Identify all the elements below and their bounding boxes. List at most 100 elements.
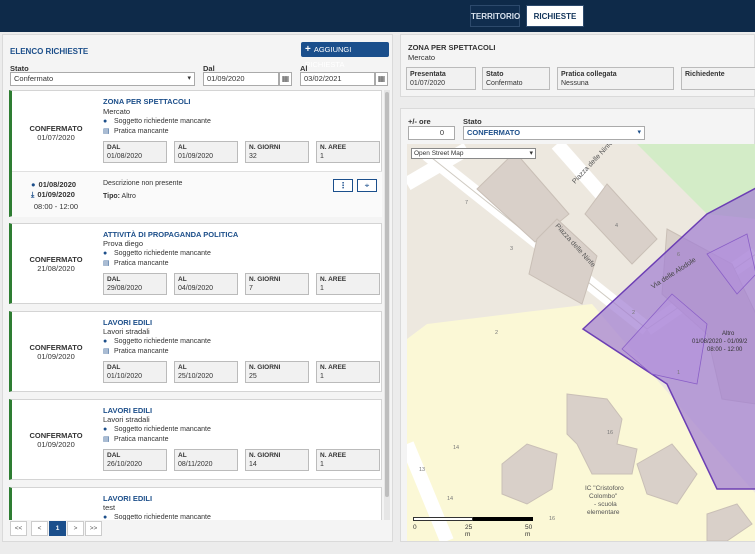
days-box: N. GIORNI 7 [245,273,309,295]
house-number: 7 [465,200,468,206]
missing-applicant: ● Soggetto richiedente mancante [103,426,211,433]
map-view[interactable]: Piazza delle Ninfe Piazza delle Ninfe Vi… [407,144,755,541]
missing-practice: ▤ Pratica mancante [103,348,169,355]
crosshair-icon[interactable]: ⌖ [357,179,377,192]
user-icon: ● [103,514,108,520]
zone-title: ZONA PER SPETTACOLI [408,43,496,52]
stato-select[interactable]: Confermato ▾ [10,72,195,86]
request-card[interactable]: CONFERMATO 21/08/2020 ATTIVITÀ DI PROPAG… [9,223,382,304]
circle-icon: ● [31,180,36,189]
status-date: 01/07/2020 [37,133,75,142]
poi-label: IC "Cristoforo [585,485,624,492]
house-number: 13 [419,467,425,473]
map-layer-select[interactable]: Open Street Map ▾ [411,148,536,159]
dal-box: DAL 01/10/2020 [103,361,167,383]
card-subtitle: Mercato [103,107,131,116]
document-icon: ▤ [103,436,110,443]
zone-label-line: 08:00 - 12:00 [707,347,743,353]
tab-territorio[interactable]: TERRITORIO [470,5,520,27]
prev-page-button[interactable]: < [31,521,48,536]
house-number: 14 [453,445,459,451]
map-stato-select[interactable]: CONFERMATO ▾ [463,126,645,140]
next-page-button[interactable]: > [67,521,84,536]
area-detail: ● 01/08/2020 ⤓ 01/09/2020 08:00 - 12:00 De… [12,171,382,217]
house-number: 16 [607,430,613,436]
last-page-button[interactable]: >> [85,521,102,536]
zone-label-line: 01/08/2020 - 01/09/2 [692,339,748,345]
house-number: 14 [447,496,453,502]
missing-applicant: ● Soggetto richiedente mancante [103,118,211,125]
ore-input[interactable]: 0 [408,126,455,140]
page-1-button[interactable]: 1 [49,521,66,536]
user-icon: ● [103,118,108,125]
request-card[interactable]: CONFERMATO 01/09/2020 LAVORI EDILI Lavor… [9,311,382,392]
dal-date-input[interactable]: 01/09/2020 [203,72,279,86]
missing-practice: ▤ Pratica mancante [103,260,169,267]
top-navbar: TERRITORIO RICHIESTE [0,0,755,32]
status-date: 01/09/2020 [37,352,75,361]
missing-applicant: ● Soggetto richiedente mancante [103,514,211,520]
area-type: Tipo: Altro [103,193,136,200]
days-box: N. GIORNI 32 [245,141,309,163]
scale-label: 25 m [465,524,473,538]
card-title[interactable]: LAVORI EDILI [103,318,152,327]
pratica-box: Pratica collegata Nessuna [557,67,674,90]
house-number: 16 [549,516,555,522]
zone-label-line: Altro [722,331,735,337]
house-number: 6 [677,252,680,258]
card-title[interactable]: ZONA PER SPETTACOLI [103,97,191,106]
card-subtitle: Prova diego [103,239,144,248]
missing-applicant: ● Soggetto richiedente mancante [103,338,211,345]
missing-practice: ▤ Pratica mancante [103,128,169,135]
user-icon: ● [103,426,108,433]
chevron-down-icon: ▾ [637,129,641,136]
card-title[interactable]: LAVORI EDILI [103,406,152,415]
card-title[interactable]: LAVORI EDILI [103,494,152,503]
area-hours: 08:00 - 12:00 [33,202,79,211]
house-number: 3 [510,246,513,252]
presentata-box: Presentata 01/07/2020 [406,67,476,90]
status-date: 01/09/2020 [37,440,75,449]
requests-list: CONFERMATO 01/07/2020 ZONA PER SPETTACOL… [9,90,384,520]
request-card[interactable]: LAVORI EDILI test ● Soggetto richiedente … [9,487,382,520]
dal-box: DAL 26/10/2020 [103,449,167,471]
document-icon: ▤ [103,260,110,267]
areas-box: N. AREE 1 [316,449,380,471]
tab-richieste[interactable]: RICHIESTE [526,5,584,27]
al-date-input[interactable]: 03/02/2021 [300,72,375,86]
house-number: 1 [677,370,680,376]
richiedente-box: Richiedente [681,67,755,90]
status-label: CONFERMATO [29,343,83,352]
house-number: 4 [615,223,618,229]
calendar-icon[interactable]: ▦ [375,72,388,86]
add-request-button[interactable]: + AGGIUNGI RICHIESTA [301,42,389,69]
areas-box: N. AREE 1 [316,361,380,383]
missing-applicant: ● Soggetto richiedente mancante [103,250,211,257]
days-box: N. GIORNI 25 [245,361,309,383]
requests-list-panel: ELENCO RICHIESTE + AGGIUNGI RICHIESTA Sta… [2,34,393,542]
map-panel: +/- ore 0 Stato CONFERMATO ▾ Piazza dell… [400,108,755,542]
dal-box: DAL 01/08/2020 [103,141,167,163]
dal-box: DAL 29/08/2020 [103,273,167,295]
user-icon: ● [103,338,108,345]
request-card[interactable]: CONFERMATO 01/07/2020 ZONA PER SPETTACOL… [9,90,382,217]
map-canvas[interactable]: Piazza delle Ninfe Piazza delle Ninfe Vi… [407,144,755,541]
more-options-icon[interactable]: ⋮ [333,179,353,192]
area-to: ⤓ 01/09/2020 [31,190,75,199]
days-box: N. GIORNI 14 [245,449,309,471]
first-page-button[interactable]: << [10,521,27,536]
request-card[interactable]: CONFERMATO 01/09/2020 LAVORI EDILI Lavor… [9,399,382,480]
missing-practice: ▤ Pratica mancante [103,436,169,443]
poi-label: elementare [587,509,620,516]
zone-info-panel: ZONA PER SPETTACOLI Mercato Presentata 01… [400,34,755,97]
calendar-icon[interactable]: ▦ [279,72,292,86]
stato-box: Stato Confermato [482,67,550,90]
al-box: AL 01/09/2020 [174,141,238,163]
card-subtitle: Lavori stradali [103,327,150,336]
status-label: CONFERMATO [29,255,83,264]
panel-title: ELENCO RICHIESTE [10,47,89,56]
house-number: 2 [495,330,498,336]
card-title[interactable]: ATTIVITÀ DI PROPAGANDA POLITICA [103,230,238,239]
scrollbar-thumb[interactable] [385,92,389,497]
status-date: 21/08/2020 [37,264,75,273]
